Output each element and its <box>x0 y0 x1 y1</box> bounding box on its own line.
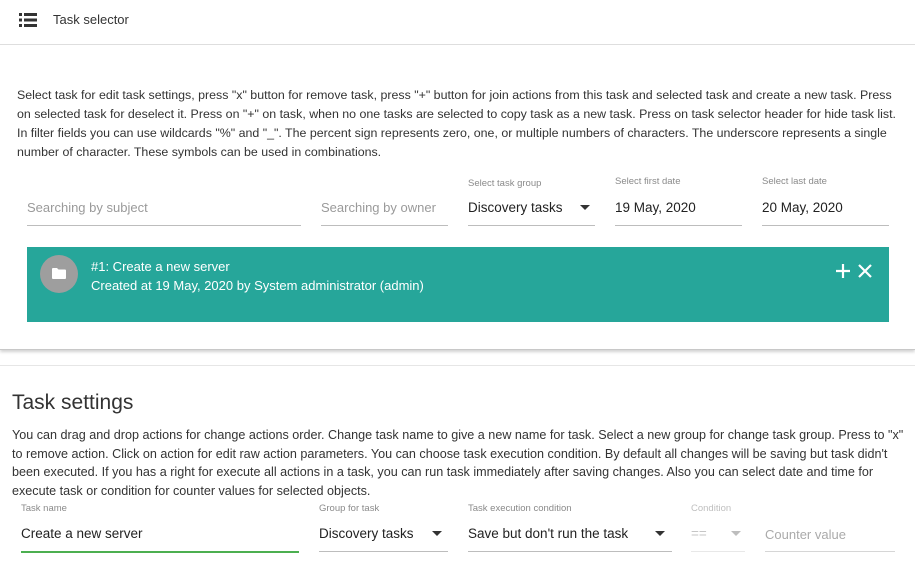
task-group-field[interactable]: Group for task Discovery tasks <box>319 503 448 552</box>
task-selector-card: Task selector Select task for edit task … <box>0 0 915 350</box>
chevron-down-icon <box>655 531 665 536</box>
owner-filter-placeholder: Searching by owner <box>321 200 436 215</box>
task-group-select[interactable]: Select task group Discovery tasks <box>468 178 595 227</box>
task-name-label: Task name <box>21 503 67 514</box>
task-subtitle: Created at 19 May, 2020 by System admini… <box>91 278 424 293</box>
execution-condition-field[interactable]: Task execution condition Save but don't … <box>468 503 672 552</box>
task-avatar <box>40 255 78 293</box>
task-name-value: Create a new server <box>21 526 143 541</box>
counter-value-field[interactable]: Counter value <box>765 503 895 552</box>
task-title: #1: Create a new server <box>91 259 230 274</box>
task-list-item[interactable]: #1: Create a new server Created at 19 Ma… <box>27 247 889 322</box>
first-date-label: Select first date <box>615 176 681 187</box>
condition-operator-field[interactable]: Condition == <box>691 503 745 552</box>
last-date-value: 20 May, 2020 <box>762 200 843 215</box>
task-group-field-value: Discovery tasks <box>319 526 414 541</box>
owner-filter[interactable]: Searching by owner <box>321 190 448 227</box>
last-date-picker[interactable]: Select last date 20 May, 2020 <box>762 176 889 227</box>
task-selector-header[interactable]: Task selector <box>0 0 915 45</box>
chevron-down-icon <box>731 531 741 536</box>
folder-icon <box>52 268 66 279</box>
execution-condition-value: Save but don't run the task <box>468 526 629 541</box>
task-name-field[interactable]: Task name Create a new server <box>21 503 299 555</box>
close-icon[interactable] <box>856 262 874 280</box>
chevron-down-icon <box>580 205 590 210</box>
execution-condition-label: Task execution condition <box>468 503 572 514</box>
header-title: Task selector <box>53 12 129 27</box>
section-divider <box>0 365 915 366</box>
counter-value-placeholder: Counter value <box>765 527 846 542</box>
subject-filter[interactable]: Searching by subject <box>27 190 301 227</box>
settings-description: You can drag and drop actions for change… <box>12 428 904 498</box>
subject-filter-placeholder: Searching by subject <box>27 200 148 215</box>
plus-icon[interactable] <box>834 262 852 280</box>
list-icon <box>19 13 37 27</box>
chevron-down-icon <box>432 531 442 536</box>
condition-operator-value: == <box>691 526 707 541</box>
condition-operator-label: Condition <box>691 503 732 514</box>
selector-description: Select task for edit task settings, pres… <box>17 88 897 159</box>
task-group-label: Select task group <box>468 178 542 189</box>
last-date-label: Select last date <box>762 176 827 187</box>
first-date-value: 19 May, 2020 <box>615 200 696 215</box>
settings-title: Task settings <box>12 391 134 414</box>
first-date-picker[interactable]: Select first date 19 May, 2020 <box>615 176 742 227</box>
task-group-value: Discovery tasks <box>468 200 563 215</box>
task-group-field-label: Group for task <box>319 503 380 514</box>
